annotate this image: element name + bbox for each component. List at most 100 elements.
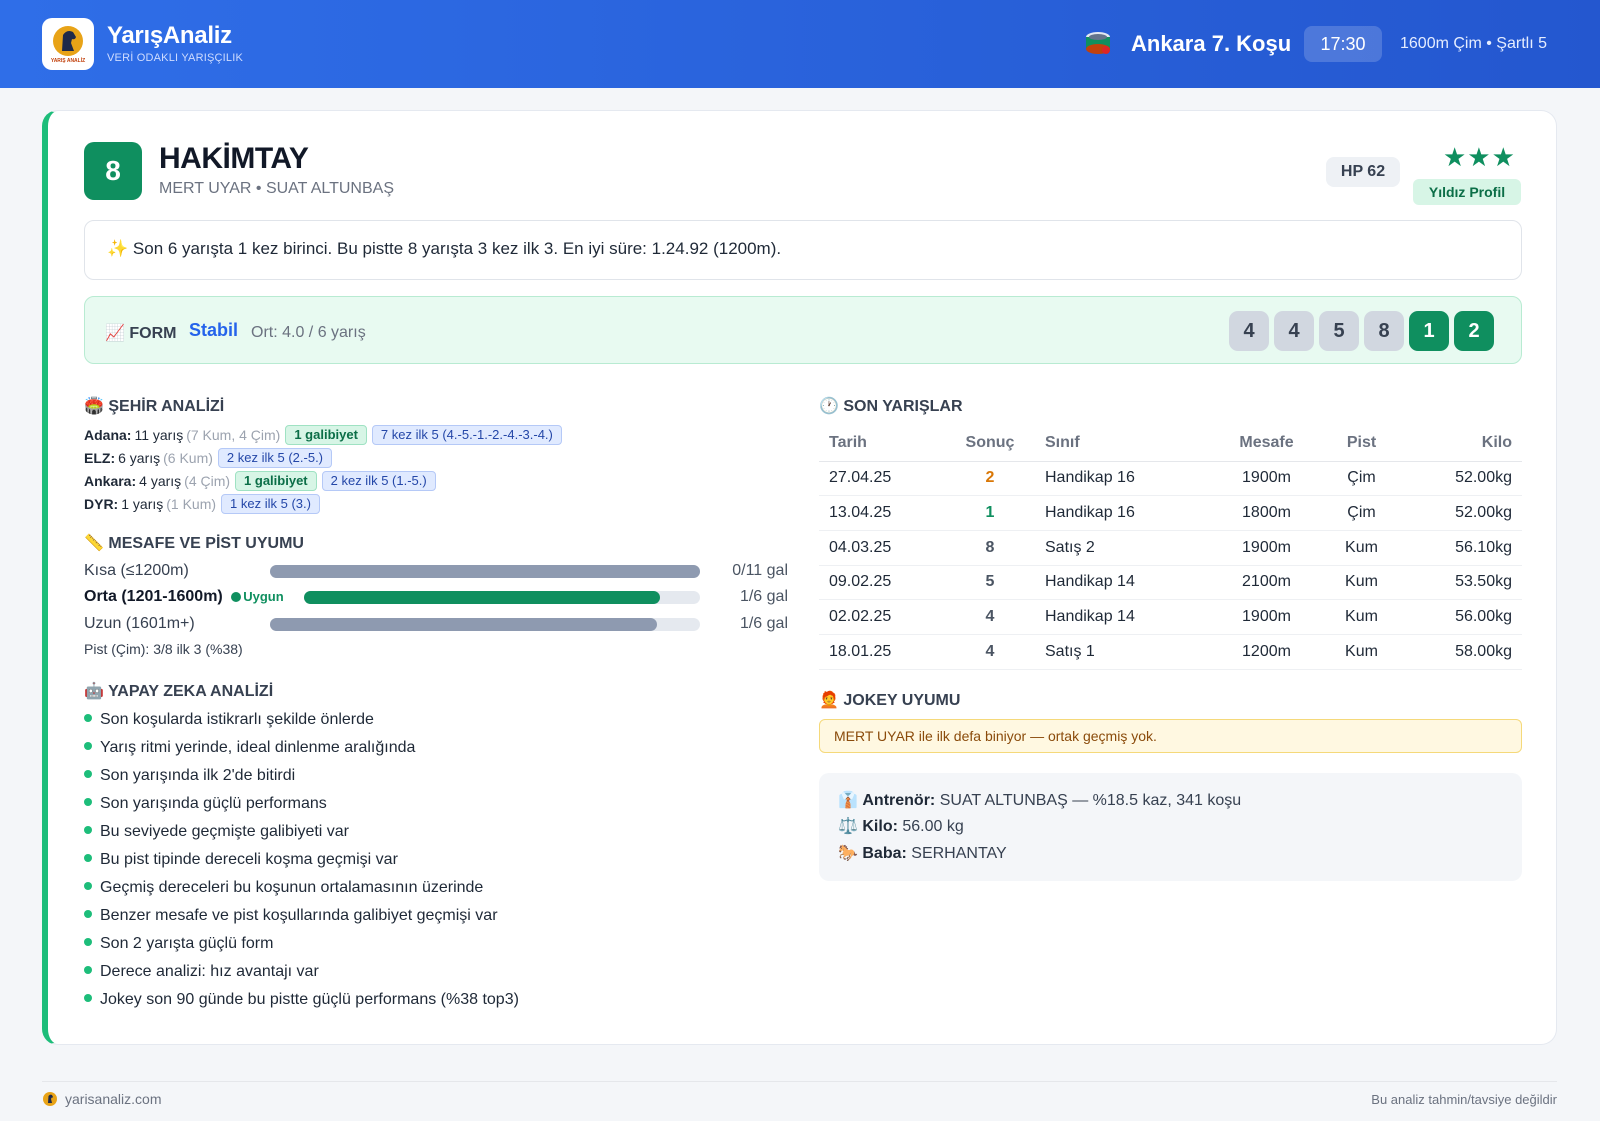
result-cell: 5 bbox=[949, 565, 1031, 601]
weight-line: ⚖️ Kilo: 56.00 kg bbox=[838, 818, 964, 835]
distance-value: 0/11 gal bbox=[732, 562, 788, 579]
bullet-icon bbox=[84, 966, 92, 974]
city-analysis-title: 🏟️ ŞEHİR ANALİZİ bbox=[84, 398, 225, 415]
sparkles-icon: ✨ bbox=[107, 239, 129, 258]
form-box: 📈 FORM Stabil Ort: 4.0 / 6 yarış 4 4 5 8… bbox=[84, 296, 1522, 364]
brand-tagline: VERİ ODAKLI YARIŞÇILIK bbox=[107, 52, 244, 64]
ai-list-item: Son koşularda istikrarlı şekilde önlerde bbox=[84, 711, 374, 729]
bullet-icon bbox=[84, 770, 92, 778]
column-header: Sonuç bbox=[949, 425, 1031, 462]
distance-bar-fill bbox=[270, 565, 700, 578]
bullet-icon bbox=[84, 714, 92, 722]
distance-cell: 1900m bbox=[1209, 599, 1324, 635]
jockey-note: MERT UYAR ile ilk defa biniyor — ortak g… bbox=[819, 719, 1522, 753]
distance-bar bbox=[270, 618, 700, 631]
necktie-icon: 👔 bbox=[838, 792, 858, 809]
horse-number-badge: 8 bbox=[84, 142, 142, 200]
top-five-tag: 2 kez ilk 5 (2.-5.) bbox=[217, 448, 333, 468]
footer-disclaimer: Bu analiz tahmin/tavsiye değildir bbox=[1371, 1092, 1557, 1107]
table-row: 13.04.25 1 Handikap 16 1800m Çim 52.00kg bbox=[819, 495, 1522, 531]
jockey-title: 🧑‍🦰 JOKEY UYUMU bbox=[819, 692, 961, 709]
distance-title: 📏 MESAFE VE PİST UYUMU bbox=[84, 535, 304, 552]
details-box: 👔 Antrenör: SUAT ALTUNBAŞ — %18.5 kaz, 3… bbox=[819, 773, 1522, 881]
table-row: 18.01.25 4 Satış 1 1200m Kum 58.00kg bbox=[819, 634, 1522, 670]
bullet-icon bbox=[84, 798, 92, 806]
top-bar: YARIŞ ANALİZ YarışAnaliz VERİ ODAKLI YAR… bbox=[0, 0, 1600, 88]
bullet-icon bbox=[84, 742, 92, 750]
table-header-row: Tarih Sonuç Sınıf Mesafe Pist Kilo bbox=[819, 425, 1522, 462]
suitable-badge: Uygun bbox=[231, 589, 284, 604]
race-track-icon bbox=[1086, 32, 1110, 54]
bullet-icon bbox=[84, 826, 92, 834]
track-cell: Kum bbox=[1324, 599, 1399, 635]
table-row: 27.04.25 2 Handikap 16 1900m Çim 52.00kg bbox=[819, 461, 1522, 497]
table-row: 04.03.25 8 Satış 2 1900m Kum 56.10kg bbox=[819, 530, 1522, 566]
distance-label: Uzun (1601m+) bbox=[84, 615, 195, 632]
class-cell: Handikap 16 bbox=[1031, 495, 1209, 531]
recent-races-title: 🕐 SON YARIŞLAR bbox=[819, 398, 963, 415]
ai-list-item: Son yarışında güçlü performans bbox=[84, 795, 327, 813]
column-header: Tarih bbox=[819, 425, 949, 462]
distance-bar bbox=[304, 591, 700, 604]
form-average: Ort: 4.0 / 6 yarış bbox=[251, 324, 366, 341]
track-summary: Pist (Çim): 3/8 ilk 3 (%38) bbox=[84, 641, 243, 657]
horse-name: HAKİMTAY bbox=[159, 142, 309, 175]
table-row: 02.02.25 4 Handikap 14 1900m Kum 56.00kg bbox=[819, 599, 1522, 635]
form-result-pill: 2 bbox=[1454, 311, 1494, 351]
bullet-icon bbox=[84, 882, 92, 890]
horse-logo-icon: YARIŞ ANALİZ bbox=[51, 26, 85, 64]
brand-logo[interactable]: YARIŞ ANALİZ bbox=[42, 18, 94, 70]
race-info: 1600m Çim • Şartlı 5 bbox=[1400, 35, 1547, 52]
trainer-line: 👔 Antrenör: SUAT ALTUNBAŞ — %18.5 kaz, 3… bbox=[838, 792, 1242, 809]
weight-cell: 52.00kg bbox=[1399, 495, 1522, 531]
form-result-pill: 5 bbox=[1319, 311, 1359, 351]
column-header: Sınıf bbox=[1031, 425, 1209, 462]
form-result-pill: 8 bbox=[1364, 311, 1404, 351]
distance-cell: 1900m bbox=[1209, 530, 1324, 566]
column-header: Pist bbox=[1324, 425, 1399, 462]
date-cell: 13.04.25 bbox=[819, 495, 949, 531]
profile-badge: Yıldız Profil bbox=[1413, 179, 1521, 205]
weight-cell: 56.10kg bbox=[1399, 530, 1522, 566]
distance-bar-fill bbox=[304, 591, 661, 604]
track-cell: Kum bbox=[1324, 530, 1399, 566]
brand-name: YarışAnaliz bbox=[107, 22, 232, 49]
date-cell: 27.04.25 bbox=[819, 461, 949, 497]
star-rating-icon: ★★★ bbox=[1443, 142, 1516, 172]
robot-icon: 🤖 bbox=[84, 683, 104, 700]
column-header: Mesafe bbox=[1209, 425, 1324, 462]
race-time-badge: 17:30 bbox=[1304, 26, 1382, 62]
bullet-icon bbox=[84, 994, 92, 1002]
date-cell: 09.02.25 bbox=[819, 565, 949, 601]
ai-list-item: Derece analizi: hız avantajı var bbox=[84, 963, 319, 981]
distance-value: 1/6 gal bbox=[739, 588, 788, 605]
city-row: ELZ: 6 yarış (6 Kum) 2 kez ilk 5 (2.-5.) bbox=[84, 448, 333, 468]
result-cell: 8 bbox=[949, 530, 1031, 566]
race-title: Ankara 7. Koşu bbox=[1131, 31, 1292, 56]
track-cell: Çim bbox=[1324, 461, 1399, 497]
bullet-icon bbox=[84, 910, 92, 918]
date-cell: 02.02.25 bbox=[819, 599, 949, 635]
summary-text: Son 6 yarışta 1 kez birinci. Bu pistte 8… bbox=[132, 239, 782, 258]
city-row: Ankara: 4 yarış (4 Çim) 1 galibiyet 2 ke… bbox=[84, 471, 436, 491]
stadium-icon: 🏟️ bbox=[84, 398, 104, 415]
footer-site[interactable]: yarisanaliz.com bbox=[42, 1091, 161, 1107]
form-result-pill: 4 bbox=[1274, 311, 1314, 351]
status-dot-icon bbox=[231, 592, 242, 602]
ai-list-item: Benzer mesafe ve pist koşullarında galib… bbox=[84, 907, 498, 925]
track-cell: Kum bbox=[1324, 634, 1399, 670]
result-cell: 4 bbox=[949, 634, 1031, 670]
win-tag: 1 galibiyet bbox=[235, 471, 317, 491]
table-row: 09.02.25 5 Handikap 14 2100m Kum 53.50kg bbox=[819, 565, 1522, 601]
top-five-tag: 2 kez ilk 5 (1.-5.) bbox=[321, 471, 436, 491]
class-cell: Satış 1 bbox=[1031, 634, 1209, 670]
distance-value: 1/6 gal bbox=[739, 615, 788, 632]
bullet-icon bbox=[84, 854, 92, 862]
column-header: Kilo bbox=[1399, 425, 1522, 462]
distance-label: Kısa (≤1200m) bbox=[84, 562, 189, 579]
ai-list-item: Bu pist tipinde dereceli koşma geçmişi v… bbox=[84, 851, 398, 869]
bullet-icon bbox=[84, 938, 92, 946]
footer-divider bbox=[42, 1081, 1557, 1082]
site-logo-icon bbox=[43, 1092, 57, 1106]
distance-bar bbox=[270, 565, 700, 578]
